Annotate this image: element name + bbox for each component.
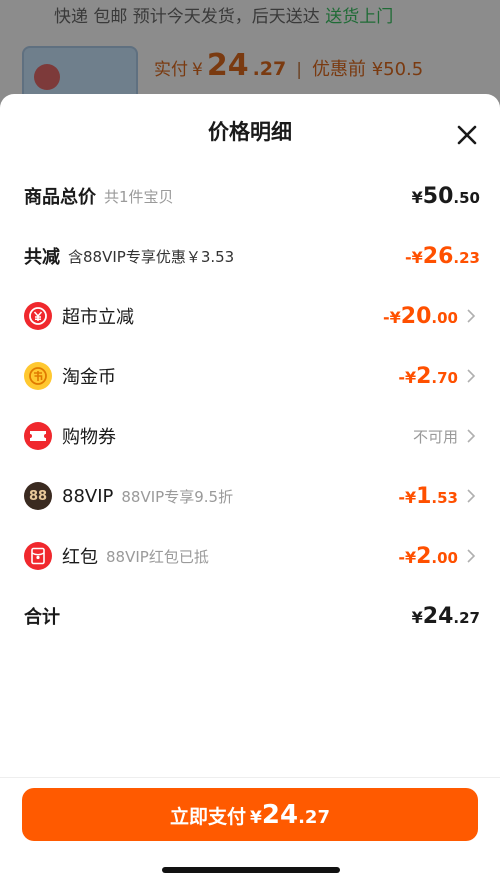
row-sub: 88VIP红包已抵 [106, 547, 209, 566]
item-total-value: ¥50.50 [411, 183, 480, 209]
coupon-status: 不可用 [412, 427, 458, 446]
row-supermarket-discount[interactable]: 超市立减 -¥ 20.00 [24, 296, 480, 336]
supermarket-discount-value: -¥ 20.00 [383, 303, 458, 329]
row-label: 共减 [24, 247, 60, 268]
chevron-right-icon [466, 308, 480, 324]
close-button[interactable] [452, 120, 482, 150]
row-sub: 共1件宝贝 [104, 187, 174, 206]
red-envelope-icon [24, 542, 52, 570]
row-sub: 88VIP专享9.5折 [121, 487, 234, 506]
yuan-badge-icon [24, 302, 52, 330]
row-red-packet[interactable]: 红包 88VIP红包已抵 -¥ 2.00 [24, 536, 480, 576]
chevron-right-icon [466, 428, 480, 444]
row-label: 购物券 [62, 427, 116, 448]
footer-divider [0, 777, 500, 778]
shipping-highlight: 送货上门 [325, 7, 394, 27]
row-label: 超市立减 [62, 307, 134, 328]
row-item-total: 商品总价 共1件宝贝 ¥50.50 [24, 176, 480, 216]
product-logo [34, 64, 60, 90]
paid-int: 24 [206, 48, 249, 83]
row-label: 红包 [62, 547, 98, 568]
vip-discount-value: -¥ 1.53 [398, 483, 458, 509]
row-coins-discount[interactable]: 淘金币 -¥ 2.70 [24, 356, 480, 396]
row-grand-total: 合计 ¥24.27 [24, 596, 480, 636]
close-icon [457, 125, 477, 145]
pay-now-button[interactable]: 立即支付 ¥24.27 [22, 788, 478, 841]
grand-total-value: ¥24.27 [411, 603, 480, 629]
row-total-discount: 共减 含88VIP专享优惠￥3.53 -¥ 26.23 [24, 236, 480, 276]
chevron-right-icon [466, 368, 480, 384]
home-indicator[interactable] [162, 867, 340, 873]
price-separator: | [296, 60, 302, 80]
chevron-right-icon [466, 488, 480, 504]
ticket-icon [24, 422, 52, 450]
row-label: 淘金币 [62, 367, 116, 388]
total-discount-value: -¥ 26.23 [405, 243, 480, 269]
paid-currency: ¥ [192, 60, 203, 80]
paid-dec: .27 [252, 58, 287, 80]
vip-88-icon: 88 [24, 482, 52, 510]
shipping-info: 快递 包邮 预计今天发货，后天送达 送货上门 [54, 7, 394, 27]
sheet-title: 价格明细 [208, 120, 292, 144]
row-label: 合计 [24, 607, 60, 628]
coins-discount-value: -¥ 2.70 [398, 363, 458, 389]
row-label: 88VIP [62, 485, 114, 507]
red-packet-value: -¥ 2.00 [398, 543, 458, 569]
gold-coin-icon [24, 362, 52, 390]
original-price: 优惠前 ¥50.5 [311, 59, 424, 80]
price-detail-sheet: 价格明细 商品总价 共1件宝贝 ¥50.50 共减 含88VIP专享优惠￥3.5… [0, 94, 500, 884]
row-sub: 含88VIP专享优惠￥3.53 [68, 247, 235, 266]
row-coupon[interactable]: 购物券 不可用 [24, 416, 480, 456]
row-label: 商品总价 [24, 187, 96, 208]
paid-label: 实付 [154, 60, 188, 80]
row-vip-discount[interactable]: 88 88VIP 88VIP专享9.5折 -¥ 1.53 [24, 476, 480, 516]
chevron-right-icon [466, 548, 480, 564]
paid-summary: 实付 ¥ 24.27 | 优惠前 ¥50.5 [154, 48, 423, 83]
